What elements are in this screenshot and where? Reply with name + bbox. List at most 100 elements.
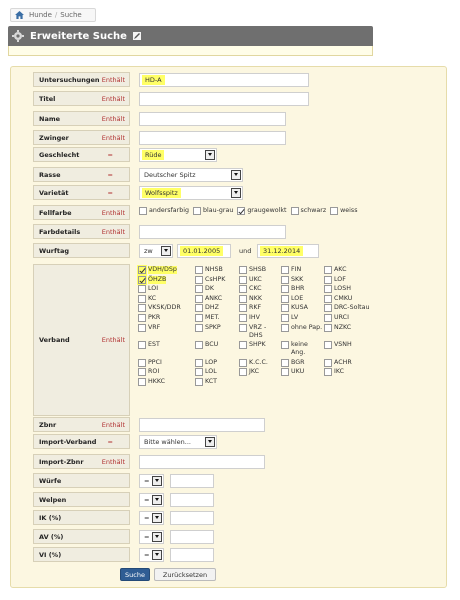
checkbox[interactable] <box>239 285 247 294</box>
checkbox[interactable] <box>239 341 247 350</box>
fellfarbe-blau-grau[interactable]: blau-grau <box>193 207 233 215</box>
wurftag-to-input[interactable]: 31.12.2014 <box>257 243 319 258</box>
checkbox[interactable] <box>138 294 146 303</box>
import-zbnr-input[interactable] <box>139 454 265 469</box>
untersuchungen-input[interactable]: HD-A <box>139 72 309 87</box>
verband-öhzb[interactable]: ÖHZB <box>137 274 195 285</box>
chevron-down-icon[interactable] <box>152 531 162 542</box>
verband-vdh-dsp[interactable]: VDH/DSp <box>137 265 195 275</box>
checkbox[interactable] <box>138 377 146 386</box>
verband-ikc[interactable]: IKC <box>324 368 386 377</box>
search-button[interactable]: Suche <box>120 568 150 581</box>
checkbox[interactable] <box>281 294 289 303</box>
verband-cshpk[interactable]: CsHPK <box>195 275 239 284</box>
checkbox[interactable] <box>137 274 147 285</box>
checkbox[interactable] <box>239 313 247 322</box>
import-verband-select[interactable]: Bitte wählen... <box>139 434 217 449</box>
checkbox[interactable] <box>281 266 289 274</box>
checkbox[interactable] <box>324 368 332 377</box>
checkbox[interactable] <box>193 207 201 215</box>
verband-k-c-c[interactable]: K.C.C. <box>239 358 281 367</box>
rasse-select[interactable]: Deutscher Spitz <box>139 167 243 182</box>
checkbox[interactable] <box>195 358 203 367</box>
fellfarbe-schwarz[interactable]: schwarz <box>290 207 326 215</box>
chevron-down-icon[interactable] <box>152 549 162 560</box>
checkbox[interactable] <box>239 294 247 303</box>
checkbox[interactable] <box>195 368 203 377</box>
verband-bcu[interactable]: BCU <box>195 341 239 357</box>
varietaet-select[interactable]: Wolfsspitz <box>139 185 243 200</box>
verband-urci[interactable]: URCI <box>324 313 386 322</box>
verband-kc[interactable]: KC <box>138 294 195 303</box>
checkbox[interactable] <box>195 313 203 322</box>
verband-dk[interactable]: DK <box>195 285 239 294</box>
verband-ohne-pap[interactable]: ohne Pap. <box>281 323 324 340</box>
verband-losh[interactable]: LOSH <box>324 285 386 294</box>
checkbox[interactable] <box>195 304 203 313</box>
verband-shpk[interactable]: SHPK <box>239 341 281 357</box>
verband-loi[interactable]: LOI <box>138 285 195 294</box>
verband-roi[interactable]: ROI <box>138 368 195 377</box>
checkbox[interactable] <box>237 207 246 215</box>
checkbox[interactable] <box>324 285 332 294</box>
wurftag-from-input[interactable]: 01.01.2005 <box>177 243 231 258</box>
verband-nhsb[interactable]: NHSB <box>195 266 239 274</box>
verband-vsnh[interactable]: VSNH <box>324 341 386 357</box>
chevron-down-icon[interactable] <box>152 494 162 505</box>
checkbox[interactable] <box>239 323 247 332</box>
verband-fin[interactable]: FIN <box>281 266 324 274</box>
checkbox[interactable] <box>138 358 146 367</box>
checkbox[interactable] <box>281 313 289 322</box>
checkbox[interactable] <box>195 341 203 350</box>
verband-ckc[interactable]: CKC <box>239 285 281 294</box>
verband-pkr[interactable]: PKR <box>138 313 195 322</box>
verband-jkc[interactable]: JKC <box>239 368 281 377</box>
ik-input[interactable] <box>170 510 214 525</box>
checkbox[interactable] <box>239 266 247 274</box>
verband-keine-ang[interactable]: keine Ang. <box>281 341 324 357</box>
verband-bhr[interactable]: BHR <box>281 285 324 294</box>
checkbox[interactable] <box>324 313 332 322</box>
verband-est[interactable]: EST <box>138 341 195 357</box>
checkbox[interactable] <box>281 323 289 332</box>
av-input[interactable] <box>170 529 214 544</box>
checkbox[interactable] <box>138 285 146 294</box>
verband-ihv[interactable]: IHV <box>239 313 281 322</box>
chevron-down-icon[interactable] <box>152 475 162 486</box>
chevron-down-icon[interactable] <box>231 187 241 198</box>
reset-button[interactable]: Zurücksetzen <box>154 568 216 581</box>
verband-vrz-dhs[interactable]: VRZ - DHS <box>239 323 281 340</box>
verband-cmku[interactable]: CMKU <box>324 294 386 303</box>
chevron-down-icon[interactable] <box>152 512 162 523</box>
verband-bgr[interactable]: BGR <box>281 358 324 367</box>
zwinger-input[interactable] <box>139 130 286 145</box>
verband-met[interactable]: MET. <box>195 313 239 322</box>
verband-skk[interactable]: SKK <box>281 275 324 284</box>
checkbox[interactable] <box>324 304 332 313</box>
titel-input[interactable] <box>139 91 309 106</box>
checkbox[interactable] <box>281 358 289 367</box>
verband-vksk-ddr[interactable]: VKSK/DDR <box>138 304 195 313</box>
checkbox[interactable] <box>239 304 247 313</box>
verband-drc-soltau[interactable]: DRC-Soltau <box>324 304 386 313</box>
checkbox[interactable] <box>139 207 147 215</box>
checkbox[interactable] <box>281 304 289 313</box>
chevron-down-icon[interactable] <box>205 436 215 447</box>
chevron-down-icon[interactable] <box>161 245 171 256</box>
fellfarbe-weiss[interactable]: weiss <box>330 207 357 215</box>
verband-rkf[interactable]: RKF <box>239 304 281 313</box>
ik-operator-select[interactable]: = <box>139 510 164 525</box>
checkbox[interactable] <box>330 207 339 215</box>
verband-uku[interactable]: UKU <box>281 368 324 377</box>
verband-shsb[interactable]: SHSB <box>239 266 281 274</box>
checkbox[interactable] <box>239 368 247 377</box>
farbdetails-input[interactable] <box>139 224 286 239</box>
fellfarbe-andersfarbig[interactable]: andersfarbig <box>139 207 189 215</box>
würfe-operator-select[interactable]: = <box>139 473 164 488</box>
checkbox[interactable] <box>324 323 332 332</box>
checkbox[interactable] <box>195 377 203 386</box>
verband-ppci[interactable]: PPCI <box>138 358 195 367</box>
checkbox[interactable] <box>324 358 332 367</box>
verband-ukc[interactable]: UKC <box>239 275 281 284</box>
checkbox[interactable] <box>138 313 146 322</box>
